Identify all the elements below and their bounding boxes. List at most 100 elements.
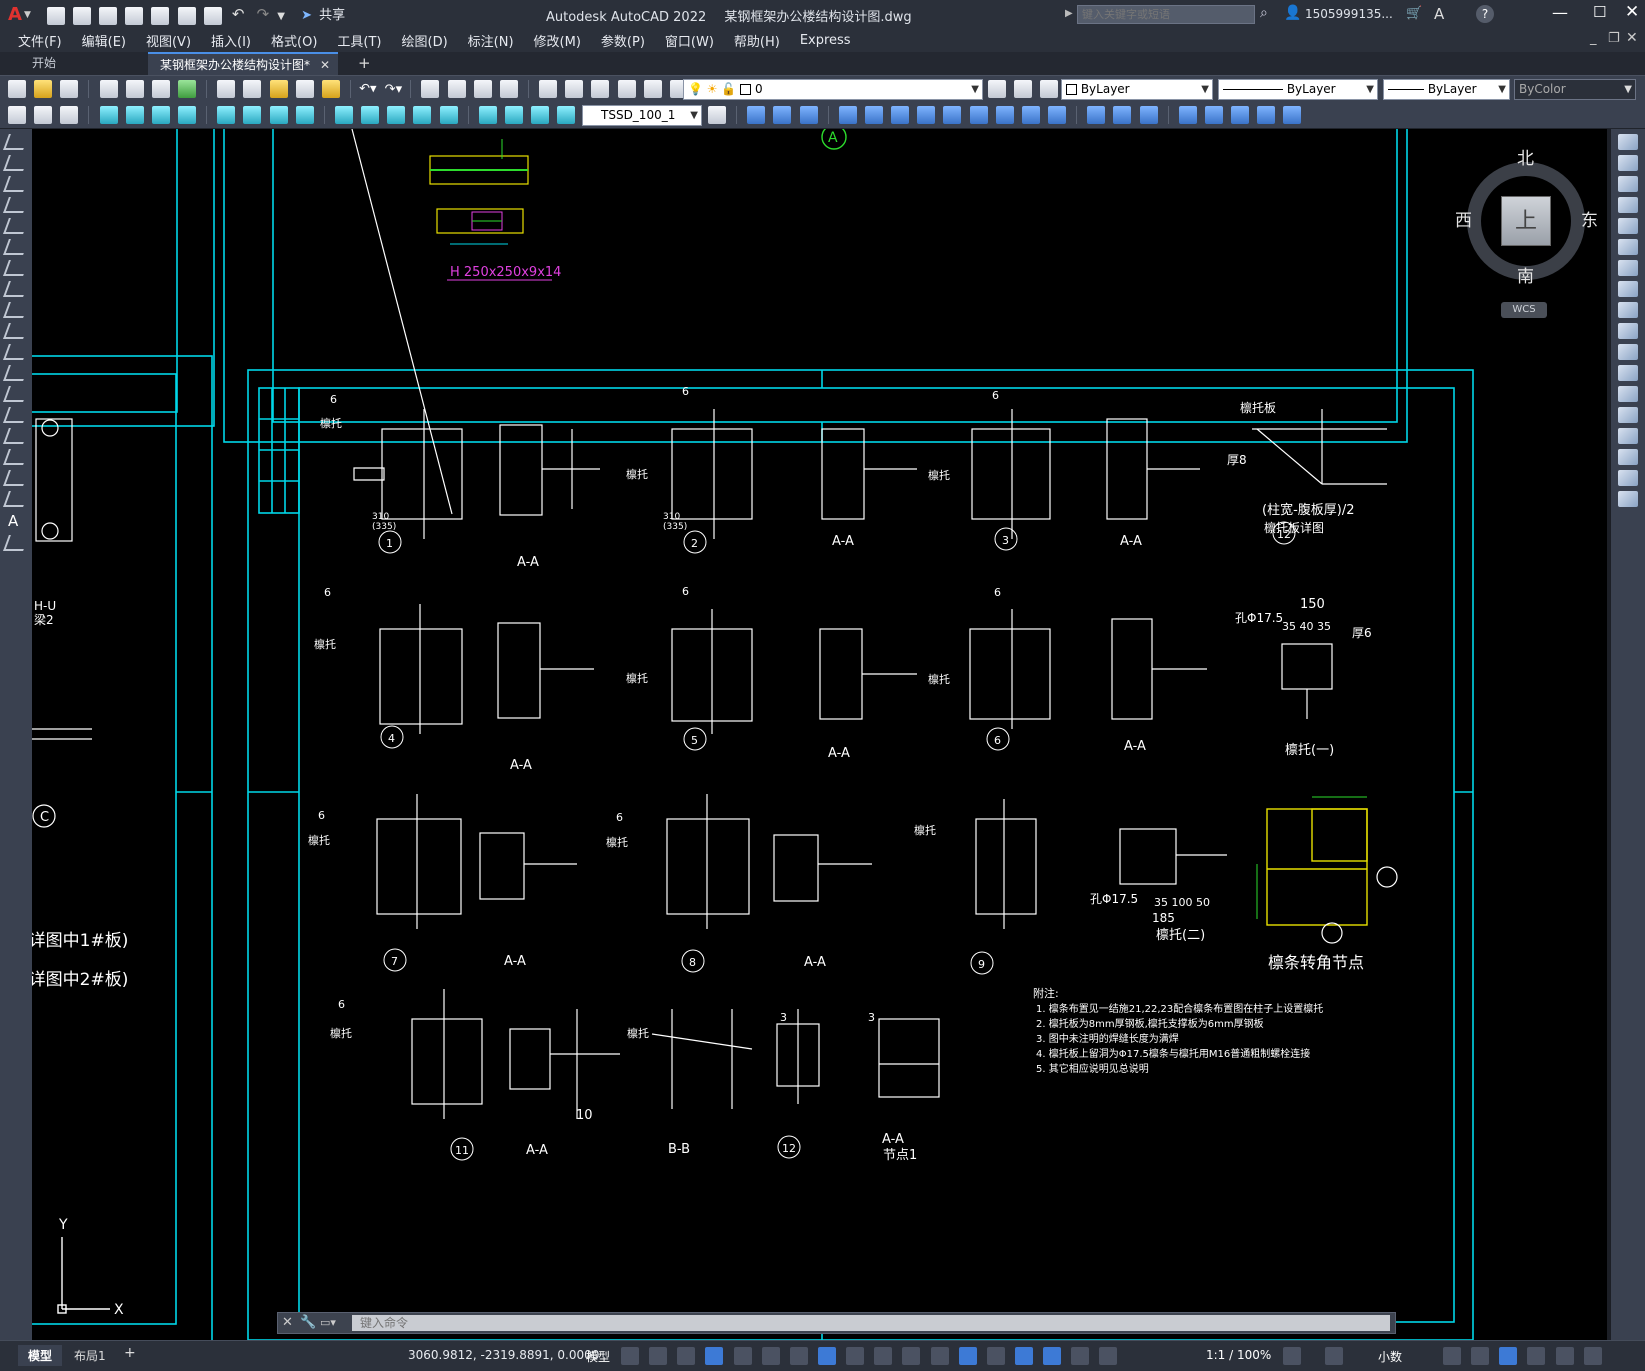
ellipse-arc-icon[interactable] [3,344,29,360]
ortho-icon[interactable] [705,1347,724,1365]
construction-line-icon[interactable] [3,155,29,171]
tab-layout1[interactable]: 布局1 [64,1345,116,1366]
cart-icon[interactable]: 🛒 [1406,6,1422,21]
plotstyle-dropdown[interactable]: ByColor ▼ [1514,79,1636,100]
tolerance-icon[interactable] [478,106,497,124]
scale-side-icon[interactable] [1618,281,1638,297]
graphics-performance-icon[interactable] [1527,1347,1546,1365]
align-icon[interactable] [1231,106,1250,124]
viewcube-south[interactable]: 南 [1517,262,1534,287]
save-icon[interactable] [99,6,118,25]
menu-window[interactable]: 窗口(W) [655,31,724,50]
units-selector[interactable]: 小数 [1378,1348,1402,1365]
ungroup-icon[interactable] [1283,106,1302,124]
help-icon[interactable]: ? [1476,5,1494,23]
clean-screen-icon[interactable] [1555,1347,1574,1365]
polygon-icon[interactable] [3,197,29,213]
mtext-icon[interactable]: A [8,512,24,530]
menu-edit[interactable]: 编辑(E) [72,31,136,50]
revision-cloud-icon[interactable] [3,281,29,297]
transparency-icon[interactable] [874,1347,893,1365]
dimstyle-dropdown[interactable]: TSSD_100_1 ▼ [582,105,702,126]
stretch-icon[interactable] [969,106,988,124]
print-icon[interactable] [203,6,222,25]
hatch-icon[interactable] [3,428,29,444]
break-side-icon[interactable] [1618,386,1638,402]
otrack-icon[interactable] [789,1347,808,1365]
dim-aligned-icon[interactable] [125,106,144,124]
chamfer-icon[interactable] [1087,106,1106,124]
app-menu-chevron-icon[interactable]: ▼ [24,10,31,20]
dim-ordinate-icon[interactable] [177,106,196,124]
customization-icon[interactable] [1583,1347,1602,1365]
layer-dropdown[interactable]: 💡 ☀ 🔓 0 ▼ [683,79,983,100]
match-icon[interactable] [34,106,53,124]
lineweight-icon[interactable] [846,1347,865,1365]
add-layout-icon[interactable]: + [124,1345,136,1361]
command-history-icon[interactable]: ▭▾ [320,1316,336,1329]
inspect-icon[interactable] [531,106,550,124]
layer-previous-icon[interactable] [1014,80,1033,98]
save-web-icon[interactable] [177,6,196,25]
paste-icon[interactable] [269,80,288,98]
layer-walk-icon[interactable] [60,106,79,124]
redo-tool-icon[interactable]: ↷▾ [385,82,402,97]
dim-baseline-icon[interactable] [361,106,380,124]
sheet-set-icon[interactable] [617,80,636,98]
join-icon[interactable] [1178,106,1197,124]
new-icon[interactable] [46,6,65,25]
share-icon[interactable]: ➤ [301,8,312,23]
tab-drawing[interactable]: 某钢框架办公楼结构设计图* ✕ [148,52,338,75]
user-icon[interactable]: 👤 [1284,5,1301,21]
save-file-icon[interactable] [60,80,79,98]
block-editor-icon[interactable] [321,80,340,98]
trim-icon[interactable] [995,106,1014,124]
spline-icon[interactable] [3,302,29,318]
maximize-button[interactable]: ☐ [1593,3,1606,21]
qnew-icon[interactable] [8,80,26,98]
dim-continue-icon[interactable] [387,106,406,124]
explode-icon[interactable] [1139,106,1158,124]
gradient-icon[interactable] [3,449,29,465]
minimize-button[interactable]: — [1552,3,1568,22]
gizmo-icon[interactable] [1014,1347,1033,1365]
properties-icon[interactable] [539,80,558,98]
fillet-side-icon[interactable] [1618,449,1638,465]
search-input[interactable] [1077,5,1255,24]
mirror-side-icon[interactable] [1618,176,1638,192]
dim-radius-icon[interactable] [217,106,236,124]
stretch-side-icon[interactable] [1618,302,1638,318]
menu-modify[interactable]: 修改(M) [524,31,591,50]
drawing-canvas[interactable]: H 250x250x9x14 A H-U 梁2 C (详图中1#板) (详图中2… [32,129,1607,1340]
matchprop-icon[interactable] [295,80,314,98]
dim-space-icon[interactable] [413,106,432,124]
model-space-toggle[interactable]: 模型 [586,1348,610,1365]
dimstyle-manager-icon[interactable] [708,106,726,124]
auto-scale-icon[interactable] [1071,1347,1090,1365]
polyline-icon[interactable] [3,176,29,192]
copy-icon[interactable] [243,80,262,98]
menu-express[interactable]: Express [790,33,861,48]
vertical-scrollbar[interactable] [1607,129,1611,1340]
command-customize-icon[interactable]: 🔧 [300,1315,316,1330]
grid-icon[interactable] [621,1347,639,1365]
user-name[interactable]: 1505999135... [1305,7,1393,21]
infer-icon[interactable] [677,1347,696,1365]
open-web-icon[interactable] [151,6,170,25]
copy-obj-icon[interactable] [773,106,792,124]
publish-icon[interactable] [151,80,170,98]
dim-break-icon[interactable] [439,106,458,124]
isodraft-icon[interactable] [761,1347,780,1365]
command-close-icon[interactable]: ✕ [282,1315,293,1330]
group-icon[interactable] [1257,106,1276,124]
tab-close-icon[interactable]: ✕ [320,54,330,77]
break-icon[interactable] [1047,106,1066,124]
new-tab-button[interactable]: + [346,52,383,75]
tool-palettes-icon[interactable] [591,80,610,98]
dim-jogged-icon[interactable] [243,106,262,124]
move-side-icon[interactable] [1618,239,1638,255]
selection-cycling-icon[interactable] [902,1347,921,1365]
circle-icon[interactable] [3,260,29,276]
customize-chevron-icon[interactable]: ▼ [277,11,285,22]
make-current-layer-icon[interactable] [988,80,1006,98]
